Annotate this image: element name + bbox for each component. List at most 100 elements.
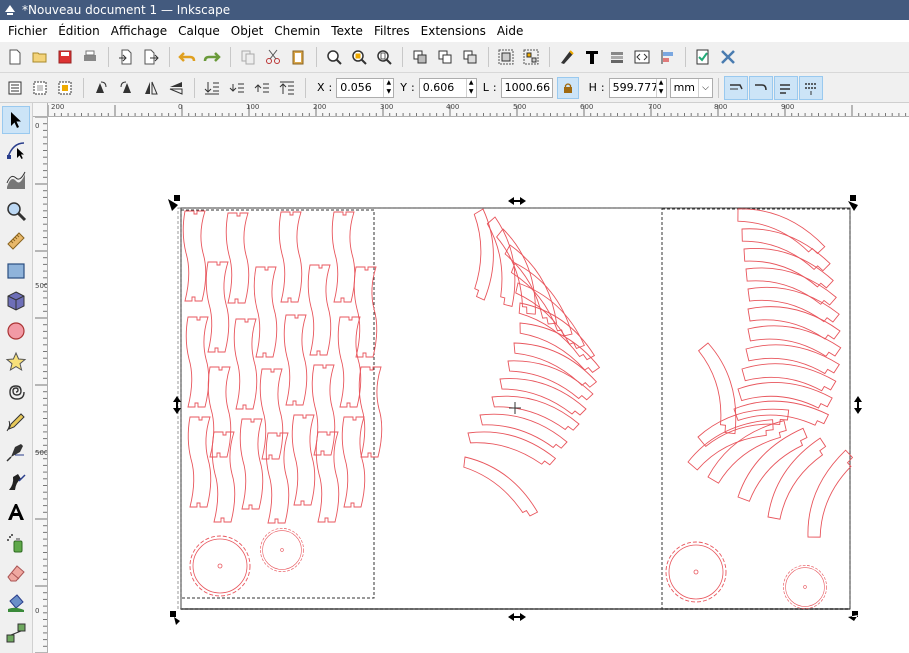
lower-button[interactable] bbox=[225, 76, 249, 100]
flip-vertical-button[interactable] bbox=[164, 76, 188, 100]
unit-select[interactable]: mm ⌵ bbox=[669, 77, 714, 98]
spray-tool[interactable] bbox=[2, 529, 30, 557]
zoom-tool[interactable] bbox=[2, 197, 30, 225]
menu-objet[interactable]: Objet bbox=[227, 21, 267, 41]
menu-filtres[interactable]: Filtres bbox=[370, 21, 414, 41]
spin-down-icon[interactable]: ▼ bbox=[384, 88, 393, 97]
h-field[interactable]: 599.777 ▲ ▼ bbox=[608, 77, 667, 98]
cut-button[interactable] bbox=[261, 45, 285, 69]
x-field[interactable]: 0.056 ▲ ▼ bbox=[336, 77, 395, 98]
vertical-ruler[interactable]: 0 500 500 0 bbox=[33, 117, 48, 653]
rotate-cw-button[interactable] bbox=[114, 76, 138, 100]
import-button[interactable] bbox=[114, 45, 138, 69]
title-bar: *Nouveau document 1 — Inkscape bbox=[0, 0, 909, 20]
spin-up-icon[interactable]: ▲ bbox=[384, 79, 393, 88]
spiral-tool[interactable] bbox=[2, 378, 30, 406]
handle-bottom-right-icon[interactable] bbox=[848, 611, 858, 621]
spin-down-icon[interactable]: ▼ bbox=[467, 88, 476, 97]
deselect-button[interactable] bbox=[53, 76, 77, 100]
fill-stroke-button[interactable] bbox=[555, 45, 579, 69]
menu-aide[interactable]: Aide bbox=[493, 21, 528, 41]
handle-bottom-icon[interactable] bbox=[508, 613, 526, 621]
copy-button[interactable] bbox=[236, 45, 260, 69]
text-font-button[interactable] bbox=[580, 45, 604, 69]
spin-up-icon[interactable]: ▲ bbox=[657, 79, 666, 88]
menu-fichier[interactable]: Fichier bbox=[4, 21, 51, 41]
rect-tool[interactable] bbox=[2, 257, 30, 285]
spin-up-icon[interactable]: ▲ bbox=[467, 79, 476, 88]
undo-button[interactable] bbox=[175, 45, 199, 69]
paint-bucket-tool[interactable] bbox=[2, 589, 30, 617]
tweak-wave-icon bbox=[6, 172, 26, 190]
circle-icon bbox=[7, 322, 25, 340]
xml-editor-button[interactable] bbox=[630, 45, 654, 69]
select-all-button[interactable] bbox=[3, 76, 27, 100]
raise-button[interactable] bbox=[250, 76, 274, 100]
y-spin-arrows[interactable]: ▲ ▼ bbox=[465, 78, 476, 97]
spin-down-icon[interactable]: ▼ bbox=[657, 88, 666, 97]
print-button[interactable] bbox=[78, 45, 102, 69]
handle-top-icon[interactable] bbox=[508, 197, 526, 205]
text-tool[interactable] bbox=[2, 498, 30, 526]
document-properties-button[interactable] bbox=[691, 45, 715, 69]
duplicate-button[interactable] bbox=[408, 45, 432, 69]
handle-right-icon[interactable] bbox=[854, 396, 862, 414]
paste-button[interactable] bbox=[286, 45, 310, 69]
save-button[interactable] bbox=[53, 45, 77, 69]
menu-edition[interactable]: Édition bbox=[54, 21, 104, 41]
star-tool[interactable] bbox=[2, 348, 30, 376]
y-field[interactable]: 0.606 ▲ ▼ bbox=[418, 77, 477, 98]
3dbox-tool[interactable] bbox=[2, 287, 30, 315]
preferences-button[interactable] bbox=[716, 45, 740, 69]
x-spin-arrows[interactable]: ▲ ▼ bbox=[383, 78, 393, 97]
menu-extensions[interactable]: Extensions bbox=[417, 21, 490, 41]
w-field[interactable]: 1000.66 bbox=[500, 77, 553, 98]
menu-affichage[interactable]: Affichage bbox=[107, 21, 171, 41]
drawing-canvas[interactable] bbox=[48, 117, 909, 653]
lower-to-bottom-button[interactable] bbox=[200, 76, 224, 100]
unit-value: mm bbox=[673, 81, 696, 94]
horizontal-ruler[interactable]: 200 0 100 200 300 400 500 600 700 800 90… bbox=[48, 103, 909, 117]
drawing-svg[interactable] bbox=[48, 117, 909, 653]
connector-tool[interactable] bbox=[2, 619, 30, 647]
h-colon: : bbox=[600, 81, 605, 94]
unlink-clone-button[interactable] bbox=[458, 45, 482, 69]
menu-calque[interactable]: Calque bbox=[174, 21, 224, 41]
eraser-tool[interactable] bbox=[2, 559, 30, 587]
menu-texte[interactable]: Texte bbox=[327, 21, 367, 41]
select-all-layers-button[interactable] bbox=[28, 76, 52, 100]
pencil-tool[interactable] bbox=[2, 408, 30, 436]
h-spin-arrows[interactable]: ▲ ▼ bbox=[655, 78, 666, 97]
new-document-button[interactable] bbox=[3, 45, 27, 69]
align-distribute-button[interactable] bbox=[655, 45, 679, 69]
handle-left-icon[interactable] bbox=[173, 396, 181, 414]
calligraphy-tool[interactable] bbox=[2, 468, 30, 496]
ungroup-button[interactable] bbox=[519, 45, 543, 69]
rotate-ccw-button[interactable] bbox=[89, 76, 113, 100]
zoom-page-button[interactable] bbox=[372, 45, 396, 69]
transform-gradients-toggle[interactable] bbox=[774, 75, 799, 100]
lock-ratio-button[interactable] bbox=[556, 76, 579, 99]
measure-tool[interactable] bbox=[2, 227, 30, 255]
node-tool[interactable] bbox=[2, 136, 30, 164]
clone-button[interactable] bbox=[433, 45, 457, 69]
scale-corners-toggle[interactable] bbox=[749, 75, 774, 100]
raise-to-top-button[interactable] bbox=[275, 76, 299, 100]
ellipse-tool[interactable] bbox=[2, 317, 30, 345]
handle-bottom-left-icon[interactable] bbox=[170, 611, 180, 625]
redo-button[interactable] bbox=[200, 45, 224, 69]
transform-patterns-toggle[interactable] bbox=[799, 75, 824, 100]
open-button[interactable] bbox=[28, 45, 52, 69]
flip-horizontal-button[interactable] bbox=[139, 76, 163, 100]
pen-tool[interactable] bbox=[2, 438, 30, 466]
group-button[interactable] bbox=[494, 45, 518, 69]
layers-button[interactable] bbox=[605, 45, 629, 69]
zoom-drawing-button[interactable] bbox=[347, 45, 371, 69]
menu-chemin[interactable]: Chemin bbox=[270, 21, 324, 41]
tweak-tool[interactable] bbox=[2, 166, 30, 194]
selector-tool[interactable] bbox=[2, 106, 30, 134]
export-button[interactable] bbox=[139, 45, 163, 69]
zoom-selection-button[interactable] bbox=[322, 45, 346, 69]
scale-stroke-toggle[interactable] bbox=[724, 75, 749, 100]
deselect-icon bbox=[58, 81, 72, 94]
